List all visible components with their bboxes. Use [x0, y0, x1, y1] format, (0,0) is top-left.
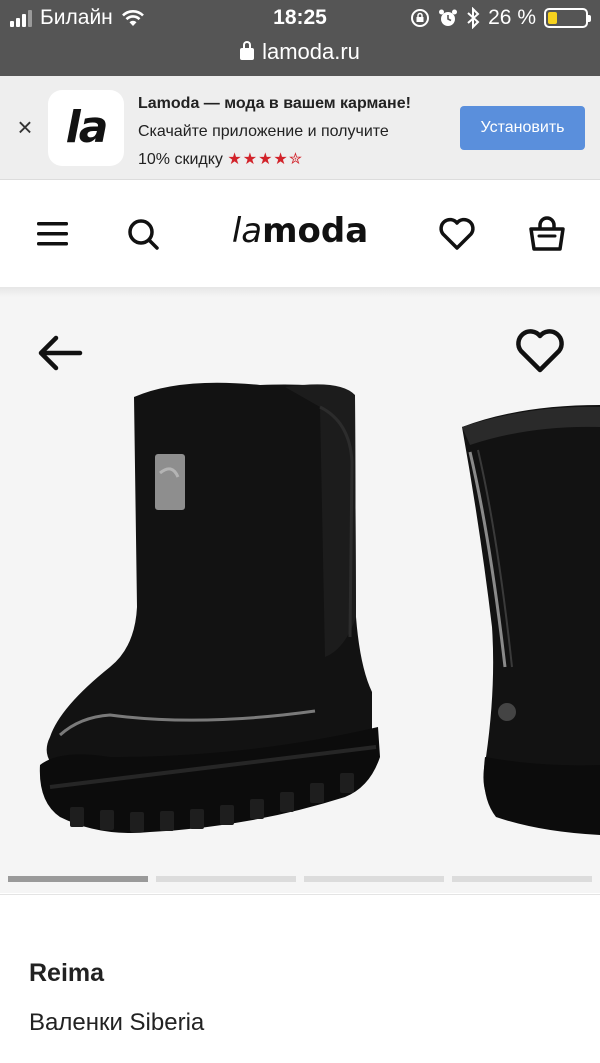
favorite-heart-icon[interactable] — [512, 323, 568, 379]
heart-icon[interactable] — [437, 214, 477, 254]
boot-right — [462, 405, 600, 835]
install-app-button[interactable]: Установить — [460, 106, 585, 150]
boot-left — [39, 382, 380, 833]
lock-icon — [240, 41, 255, 60]
gallery-dot[interactable] — [8, 876, 148, 882]
status-bar: Билайн 18:25 26 % — [0, 0, 600, 36]
battery-icon — [544, 8, 591, 28]
bluetooth-icon — [467, 7, 480, 29]
product-image — [39, 382, 600, 835]
gallery-dot[interactable] — [304, 876, 444, 882]
lamoda-logo[interactable]: lamoda — [0, 211, 600, 251]
app-banner-text: Lamoda — мода в вашем кармане! Скачайте … — [138, 90, 458, 174]
rating-stars: ★★★★✮ — [227, 151, 304, 168]
address-bar[interactable]: lamoda.ru — [0, 36, 600, 68]
product-brand[interactable]: Reima — [29, 959, 104, 988]
app-banner-subtitle: Скачайте приложение и получите — [138, 123, 389, 140]
back-arrow-icon[interactable] — [34, 327, 86, 379]
battery-percent: 26 % — [488, 6, 536, 29]
app-banner: × la Lamoda — мода в вашем кармане! Скач… — [0, 76, 600, 180]
close-banner-button[interactable]: × — [12, 114, 38, 140]
site-header: lamoda — [0, 181, 600, 287]
product-info: Reima Валенки Siberia — [0, 894, 600, 1063]
rotation-lock-icon — [411, 9, 430, 27]
product-gallery[interactable] — [0, 287, 600, 893]
url-text: lamoda.ru — [262, 39, 360, 64]
gallery-dot[interactable] — [156, 876, 296, 882]
app-logo: la — [48, 90, 124, 166]
browser-chrome: Билайн 18:25 26 % lamoda.ru — [0, 0, 600, 76]
alarm-icon — [439, 9, 458, 26]
product-name: Валенки Siberia — [29, 1009, 205, 1036]
app-banner-title: Lamoda — мода в вашем кармане! — [138, 95, 411, 112]
cart-icon[interactable] — [527, 214, 567, 254]
gallery-dot[interactable] — [452, 876, 592, 882]
app-banner-discount: 10% скидку ★★★★✮ — [138, 151, 304, 168]
gallery-pagination — [8, 876, 600, 884]
